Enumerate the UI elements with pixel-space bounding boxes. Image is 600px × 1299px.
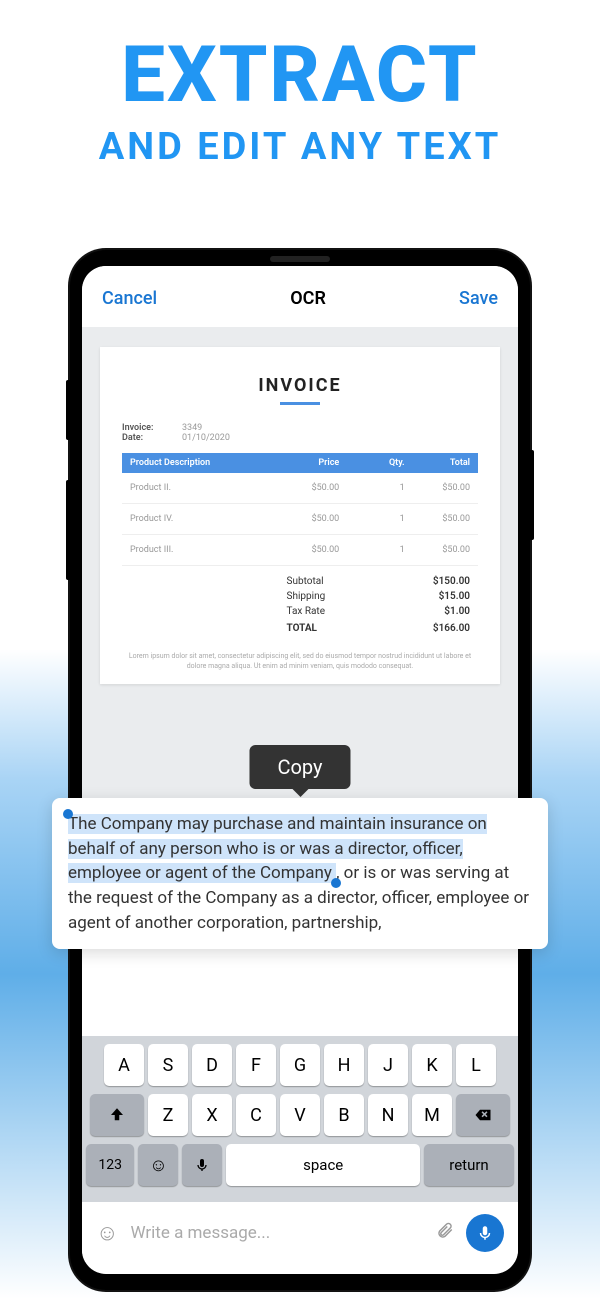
key-a[interactable]: A [104, 1044, 144, 1086]
page-title: OCR [290, 288, 326, 309]
key-z[interactable]: Z [148, 1094, 188, 1136]
invoice-title: INVOICE [122, 375, 478, 396]
key-m[interactable]: M [412, 1094, 452, 1136]
mic-button[interactable] [466, 1214, 504, 1252]
key-j[interactable]: J [368, 1044, 408, 1086]
key-x[interactable]: X [192, 1094, 232, 1136]
invoice-lorem: Lorem ipsum dolor sit amet, consectetur … [122, 652, 478, 672]
emoji-key[interactable]: ☺ [138, 1144, 178, 1186]
number-key[interactable]: 123 [86, 1144, 134, 1186]
key-l[interactable]: L [456, 1044, 496, 1086]
table-row: Product IV.$50.001$50.00 [122, 504, 478, 535]
space-key[interactable]: space [226, 1144, 420, 1186]
backspace-key[interactable] [456, 1094, 510, 1136]
ocr-text-card[interactable]: The Company may purchase and maintain in… [52, 798, 548, 949]
copy-tooltip[interactable]: Copy [249, 745, 350, 789]
mic-key[interactable] [182, 1144, 222, 1186]
app-header: Cancel OCR Save [82, 266, 518, 327]
table-row: Product III.$50.001$50.00 [122, 535, 478, 566]
invoice-meta: Invoice:3349 Date:01/10/2020 [122, 423, 478, 443]
table-row: Product II.$50.001$50.00 [122, 473, 478, 504]
key-n[interactable]: N [368, 1094, 408, 1136]
shift-key[interactable] [90, 1094, 144, 1136]
cancel-button[interactable]: Cancel [102, 288, 157, 309]
key-b[interactable]: B [324, 1094, 364, 1136]
emoji-icon[interactable]: ☺ [96, 1220, 118, 1246]
key-f[interactable]: F [236, 1044, 276, 1086]
invoice-table-header: Product Description Price Qty. Total [122, 453, 478, 473]
save-button[interactable]: Save [459, 288, 498, 309]
marketing-subtitle: AND EDIT ANY TEXT [0, 125, 600, 169]
marketing-title: EXTRACT [0, 30, 600, 121]
key-g[interactable]: G [280, 1044, 320, 1086]
key-c[interactable]: C [236, 1094, 276, 1136]
key-s[interactable]: S [148, 1044, 188, 1086]
key-h[interactable]: H [324, 1044, 364, 1086]
attach-icon[interactable] [436, 1221, 454, 1246]
key-d[interactable]: D [192, 1044, 232, 1086]
key-k[interactable]: K [412, 1044, 452, 1086]
keyboard: ASDFGHJKL ZXCVBNM 123 ☺ space return [82, 1036, 518, 1202]
invoice-card: INVOICE Invoice:3349 Date:01/10/2020 Pro… [100, 347, 500, 684]
marketing-header: EXTRACT AND EDIT ANY TEXT [0, 0, 600, 169]
invoice-totals: Subtotal$150.00 Shipping$15.00 Tax Rate$… [122, 574, 478, 636]
return-key[interactable]: return [424, 1144, 514, 1186]
message-bar: ☺ Write a message... [82, 1204, 518, 1262]
selection-handle-end[interactable] [331, 878, 341, 888]
message-input[interactable]: Write a message... [130, 1223, 424, 1243]
selection-handle-start[interactable] [63, 809, 73, 819]
key-v[interactable]: V [280, 1094, 320, 1136]
